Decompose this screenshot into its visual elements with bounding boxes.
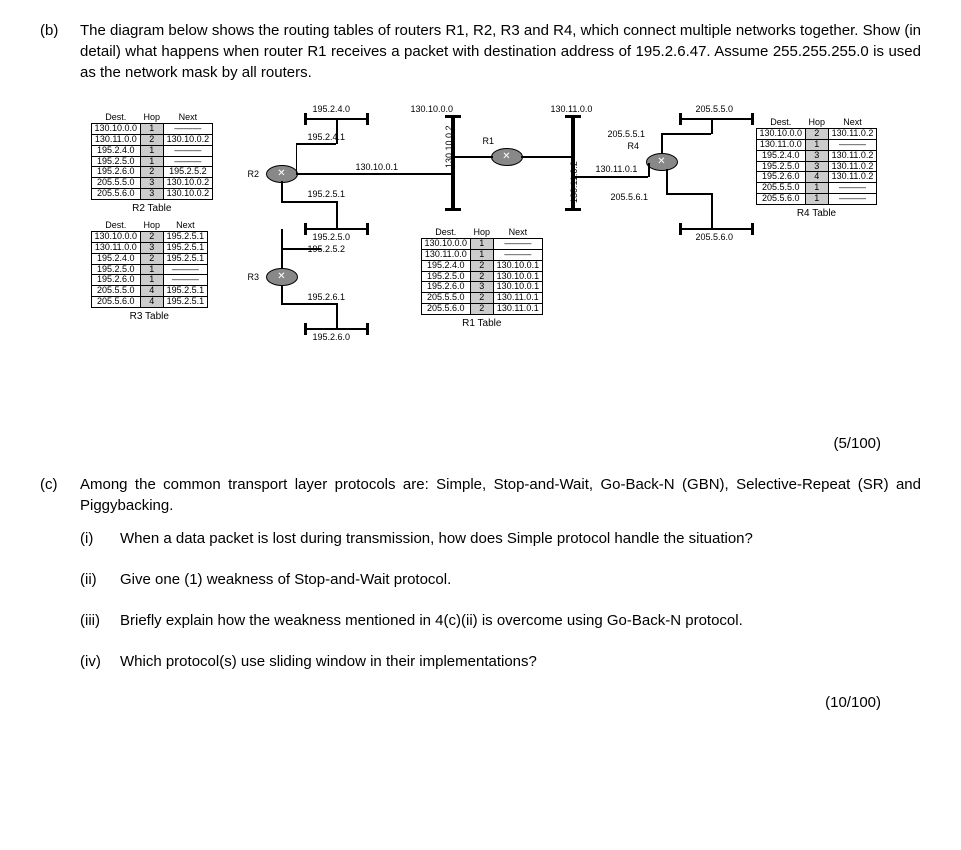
iface-r3-195-2-6-1: 195.2.6.1 — [308, 291, 346, 304]
iface-r4-130-11-0-1: 130.11.0.1 — [596, 163, 638, 176]
router-r4-label: R4 — [628, 140, 640, 153]
iface-r2-195-2-4-1: 195.2.4.1 — [308, 131, 346, 144]
net-195-2-5-0: 195.2.5.0 — [313, 231, 351, 244]
question-c-iv: (iv) Which protocol(s) use sliding windo… — [80, 651, 921, 672]
question-b: (b) The diagram below shows the routing … — [40, 20, 921, 83]
iface-r4-205-5-6-1: 205.5.6.1 — [611, 191, 649, 204]
question-c-i: (i) When a data packet is lost during tr… — [80, 528, 921, 549]
router-r2-label: R2 — [248, 168, 260, 181]
question-c-iii: (iii) Briefly explain how the weakness m… — [80, 610, 921, 631]
net-130-11-0-0: 130.11.0.0 — [551, 103, 593, 116]
r3-table: Dest.HopNext 130.10.0.02195.2.5.1 130.11… — [91, 221, 209, 324]
score-b: (5/100) — [40, 433, 881, 454]
router-r3-icon — [266, 268, 298, 286]
iface-r3-195-2-5-2: 195.2.5.2 — [308, 243, 346, 256]
router-r1-label: R1 — [483, 135, 495, 148]
network-diagram: 195.2.4.0 130.10.0.0 130.10.0.2 130.11.0… — [71, 103, 891, 413]
c-iii-label: (iii) — [80, 610, 120, 631]
question-c-text: Among the common transport layer protoco… — [80, 474, 921, 516]
router-r4-icon — [646, 153, 678, 171]
net-130-10-0-0: 130.10.0.0 — [411, 103, 454, 116]
router-r3-label: R3 — [248, 271, 260, 284]
iface-130-11-0-2: 130.11.0.2 — [568, 161, 581, 203]
score-c: (10/100) — [40, 692, 881, 713]
iface-130-10-0-2: 130.10.0.2 — [443, 125, 456, 168]
r4-table: Dest.HopNext 130.10.0.02130.11.0.2 130.1… — [756, 118, 878, 221]
iface-r2-130-10-0-1: 130.10.0.1 — [356, 161, 399, 174]
iface-r4-205-5-5-1: 205.5.5.1 — [608, 128, 646, 141]
iface-r2-195-2-5-1: 195.2.5.1 — [308, 188, 346, 201]
question-b-text: The diagram below shows the routing tabl… — [80, 20, 921, 83]
router-r1-icon — [491, 148, 523, 166]
c-ii-label: (ii) — [80, 569, 120, 590]
r2-table: Dest.HopNext 130.10.0.01——— 130.11.0.021… — [91, 113, 214, 216]
net-195-2-6-0: 195.2.6.0 — [313, 331, 351, 344]
r1-table: Dest.HopNext 130.10.0.01——— 130.11.0.01—… — [421, 228, 544, 331]
c-iv-text: Which protocol(s) use sliding window in … — [120, 651, 921, 672]
c-iii-text: Briefly explain how the weakness mention… — [120, 610, 921, 631]
c-i-text: When a data packet is lost during transm… — [120, 528, 921, 549]
c-ii-text: Give one (1) weakness of Stop-and-Wait p… — [120, 569, 921, 590]
question-c: (c) Among the common transport layer pro… — [40, 474, 921, 516]
question-c-ii: (ii) Give one (1) weakness of Stop-and-W… — [80, 569, 921, 590]
net-195-2-4-0: 195.2.4.0 — [313, 103, 351, 116]
question-c-label: (c) — [40, 474, 80, 516]
question-b-label: (b) — [40, 20, 80, 83]
c-i-label: (i) — [80, 528, 120, 549]
net-205-5-6-0: 205.5.6.0 — [696, 231, 734, 244]
net-205-5-5-0: 205.5.5.0 — [696, 103, 734, 116]
c-iv-label: (iv) — [80, 651, 120, 672]
